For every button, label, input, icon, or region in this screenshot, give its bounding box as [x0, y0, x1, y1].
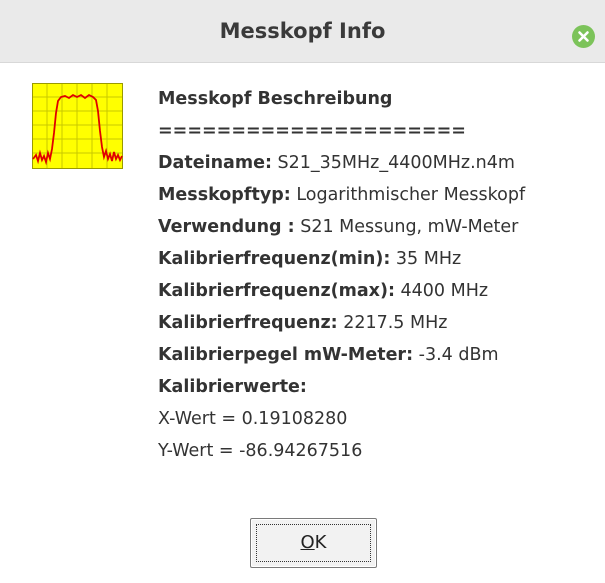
close-icon[interactable]: [572, 25, 595, 48]
description-heading: Messkopf Beschreibung: [158, 89, 393, 109]
info-key: Kalibrierfrequenz:: [158, 313, 338, 333]
messkopf-info-dialog: Messkopf Info Messkopf Beschreibung ====…: [0, 0, 605, 583]
info-row-kalibrierfrequenz: Kalibrierfrequenz: 2217.5 MHz: [158, 307, 598, 339]
ok-button-label: OK: [251, 519, 376, 567]
probe-description: Messkopf Beschreibung ==================…: [158, 83, 598, 467]
frequency-response-icon: [32, 83, 123, 169]
info-key: Dateiname:: [158, 153, 272, 173]
info-key: Kalibrierfrequenz(max):: [158, 281, 395, 301]
info-value: Logarithmischer Messkopf: [290, 185, 526, 205]
info-value: 35 MHz: [390, 249, 462, 269]
ok-mnemonic: O: [300, 532, 315, 553]
info-value: -3.4 dBm: [413, 345, 499, 365]
x-value-line: X-Wert = 0.19108280: [158, 409, 348, 429]
separator-line: =====================: [158, 121, 466, 141]
info-value: 4400 MHz: [394, 281, 489, 301]
info-value: S21_35MHz_4400MHz.n4m: [271, 153, 515, 173]
info-row-verwendung: Verwendung : S21 Messung, mW-Meter: [158, 211, 598, 243]
info-value: 2217.5 MHz: [337, 313, 448, 333]
ok-label-rest: K: [314, 532, 327, 553]
info-key: Messkopftyp:: [158, 185, 291, 205]
info-key: Kalibrierpegel mW-Meter:: [158, 345, 414, 365]
ok-button[interactable]: OK: [250, 518, 377, 568]
title-bar: Messkopf Info: [0, 0, 605, 63]
info-row-dateiname: Dateiname: S21_35MHz_4400MHz.n4m: [158, 147, 598, 179]
y-value-line: Y-Wert = -86.94267516: [158, 441, 363, 461]
info-row-kalibrierpegel: Kalibrierpegel mW-Meter: -3.4 dBm: [158, 339, 598, 371]
info-row-messkopftyp: Messkopftyp: Logarithmischer Messkopf: [158, 179, 598, 211]
calibration-values-heading: Kalibrierwerte:: [158, 377, 307, 397]
info-value: S21 Messung, mW-Meter: [294, 217, 519, 237]
info-key: Verwendung :: [158, 217, 295, 237]
info-row-kalibrierfrequenz-min: Kalibrierfrequenz(min): 35 MHz: [158, 243, 598, 275]
window-title: Messkopf Info: [219, 19, 386, 43]
info-key: Kalibrierfrequenz(min):: [158, 249, 391, 269]
info-row-kalibrierfrequenz-max: Kalibrierfrequenz(max): 4400 MHz: [158, 275, 598, 307]
